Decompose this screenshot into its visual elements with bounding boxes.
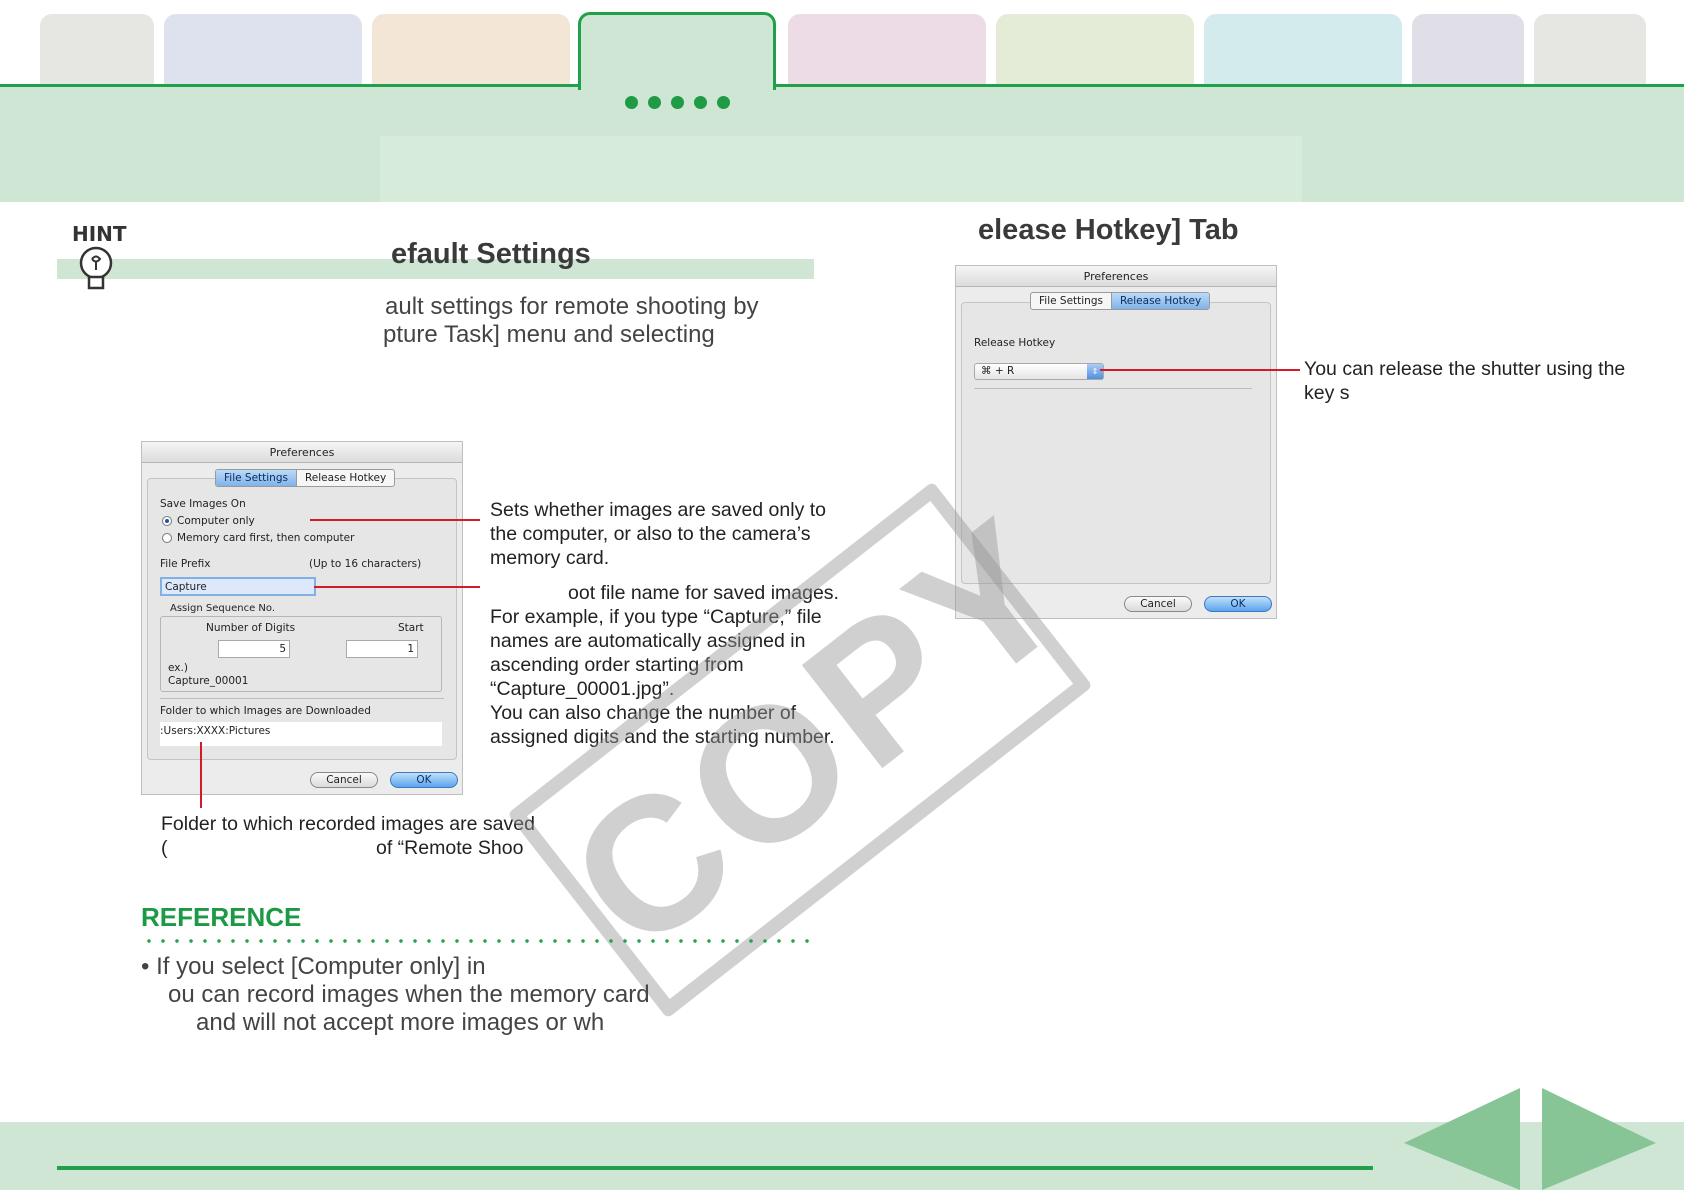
radio-computer-only[interactable] (162, 516, 172, 526)
nav-tab-5[interactable] (788, 14, 986, 86)
preferences-dialog-file-settings: Preferences File Settings Release Hotkey… (141, 441, 463, 795)
radio-memory-card-label: Memory card first, then computer (177, 532, 355, 544)
file-prefix-label: File Prefix (160, 558, 211, 570)
callout-save-line-2: the computer, or also to the camera’s (490, 523, 811, 545)
page-dot-3 (671, 96, 684, 109)
reference-line-1: • If you select [Computer only] in (141, 953, 486, 980)
start-label: Start (398, 622, 424, 634)
divider (160, 698, 444, 699)
save-images-on-label: Save Images On (160, 498, 246, 510)
dialog-title: Preferences (269, 446, 335, 459)
ok-button[interactable]: OK (390, 772, 458, 788)
callout-prefix-line-5: “Capture_00001.jpg”. (490, 678, 675, 700)
reference-line-2: ou can record images when the memory car… (168, 981, 650, 1008)
callout-line-hotkey (1100, 369, 1300, 371)
callout-folder-line-2b: of “Remote Shoo (376, 837, 524, 859)
callout-hotkey-line-1: You can release the shutter using the (1304, 358, 1626, 380)
file-prefix-limit: (Up to 16 characters) (309, 558, 422, 570)
previous-page-arrow-icon[interactable] (1404, 1088, 1520, 1190)
nav-tab-3[interactable] (372, 14, 570, 86)
hotkey-value: ⌘ + R (981, 365, 1015, 377)
start-value: 1 (407, 643, 414, 655)
tab-release-hotkey[interactable]: Release Hotkey (295, 470, 394, 486)
tab-file-settings[interactable]: File Settings (1031, 293, 1111, 309)
select-arrows-icon: ⇕ (1087, 364, 1103, 379)
example-label: ex.) (168, 662, 188, 674)
cancel-button[interactable]: Cancel (1124, 596, 1192, 612)
start-input[interactable]: 1 (346, 640, 418, 658)
callout-save-line-1: Sets whether images are saved only to (490, 499, 827, 521)
footer-line (57, 1166, 1373, 1170)
tab-switcher: File Settings Release Hotkey (1030, 292, 1211, 310)
nav-tab-9[interactable] (1534, 14, 1646, 86)
page-dot-5 (717, 96, 730, 109)
radio-computer-only-label: Computer only (177, 515, 255, 527)
reference-title: REFERENCE (141, 902, 302, 932)
watermark-text: COPY (533, 477, 1107, 992)
download-folder-field[interactable]: :Users:XXXX:Pictures (160, 722, 442, 746)
hint-heading: efault Settings (391, 238, 591, 270)
callout-line-folder (200, 742, 202, 808)
nav-tab-active[interactable] (578, 12, 776, 90)
callout-folder-line-2a: ( (161, 837, 168, 859)
nav-tab-2[interactable] (164, 14, 362, 86)
hint-label: HINT (72, 222, 127, 246)
download-folder-value: :Users:XXXX:Pictures (160, 725, 271, 737)
header-line (0, 84, 1684, 87)
nav-tab-1[interactable] (40, 14, 154, 86)
tab-switcher: File Settings Release Hotkey (215, 469, 396, 487)
cancel-button[interactable]: Cancel (310, 772, 378, 788)
callout-line-save (310, 519, 480, 521)
divider (974, 388, 1252, 389)
tab-release-hotkey[interactable]: Release Hotkey (1110, 293, 1210, 309)
nav-tab-6[interactable] (996, 14, 1194, 86)
digits-input[interactable]: 5 (218, 640, 290, 658)
ok-button[interactable]: OK (1204, 596, 1272, 612)
digits-value: 5 (279, 643, 286, 655)
callout-hotkey-line-2: key s (1304, 382, 1350, 404)
assign-sequence-label: Assign Sequence No. (170, 603, 276, 614)
next-page-arrow-icon[interactable] (1542, 1088, 1656, 1190)
page-dot-4 (694, 96, 707, 109)
hint-paragraph-line-1: ault settings for remote shooting by (385, 293, 759, 320)
release-hotkey-heading: elease Hotkey] Tab (978, 214, 1239, 246)
callout-save-line-3: memory card. (490, 547, 610, 569)
header-title-area (380, 136, 1302, 202)
file-prefix-input[interactable]: Capture (160, 577, 316, 596)
example-value: Capture_00001 (168, 675, 249, 687)
callout-line-prefix (314, 586, 480, 588)
page-dot-1 (625, 96, 638, 109)
page-dot-2 (648, 96, 661, 109)
release-hotkey-label: Release Hotkey (974, 337, 1056, 349)
reference-line-3: and will not accept more images or wh (196, 1009, 605, 1036)
reference-divider (142, 939, 812, 943)
callout-folder-line-1: Folder to which recorded images are save… (161, 813, 535, 835)
nav-tab-7[interactable] (1204, 14, 1402, 86)
dialog-title: Preferences (1083, 270, 1149, 283)
radio-memory-card-first[interactable] (162, 533, 172, 543)
file-prefix-value: Capture (165, 581, 207, 593)
lightbulb-icon (78, 246, 114, 290)
nav-tab-8[interactable] (1412, 14, 1524, 86)
hint-paragraph-line-2: pture Task] menu and selecting (383, 321, 715, 348)
number-of-digits-label: Number of Digits (206, 622, 296, 634)
hotkey-select[interactable]: ⌘ + R ⇕ (974, 363, 1104, 380)
download-folder-label: Folder to which Images are Downloaded (160, 705, 371, 717)
tab-file-settings[interactable]: File Settings (216, 470, 296, 486)
